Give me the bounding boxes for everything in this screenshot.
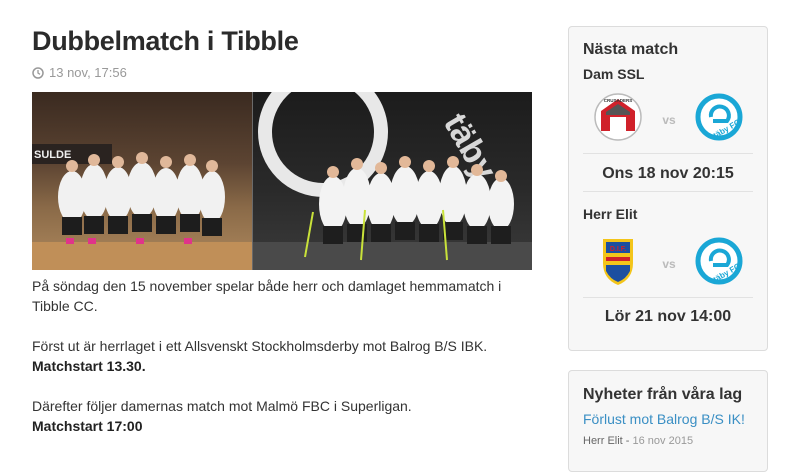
vs-label: vs — [662, 113, 676, 127]
news-item-category: Herr Elit — [583, 435, 623, 447]
article-body: På söndag den 15 november spelar både he… — [32, 276, 532, 456]
league-label: Dam SSL — [583, 66, 645, 82]
next-match-widget: Nästa match Dam SSL CRUSADERS vs täby FC… — [568, 26, 768, 351]
news-item-meta: Herr Elit - 16 nov 2015 — [583, 435, 694, 447]
news-item-link[interactable]: Förlust mot Balrog B/S IK! — [583, 411, 745, 427]
match-datetime: Ons 18 nov 20:15 — [602, 165, 734, 182]
djurgarden-logo-icon[interactable]: D.I.F. — [593, 235, 643, 287]
news-item-date: 16 nov 2015 — [632, 435, 694, 447]
article-photo: SULDE täby — [32, 92, 532, 270]
match-start-men: Matchstart 13.30. — [32, 358, 146, 374]
match-datetime: Lör 21 nov 14:00 — [604, 308, 732, 325]
article-paragraph: Först ut är herrlaget i ett Allsvenskt S… — [32, 338, 488, 374]
match-start-women: Matchstart 17:00 — [32, 418, 143, 434]
next-match-heading: Nästa match — [583, 41, 679, 58]
women-team-photo: SULDE — [32, 92, 252, 270]
article-paragraph: På söndag den 15 november spelar både he… — [32, 278, 502, 314]
article-date: 13 nov, 17:56 — [49, 65, 127, 80]
men-team-photo: täby — [252, 92, 532, 270]
taby-fc-logo-icon[interactable]: täby FC — [694, 235, 744, 287]
svg-text:D.I.F.: D.I.F. — [610, 246, 626, 253]
league-label: Herr Elit — [583, 206, 638, 222]
news-heading: Nyheter från våra lag — [583, 386, 743, 403]
svg-text:CRUSADERS: CRUSADERS — [604, 98, 633, 103]
clock-icon — [32, 66, 44, 79]
article-meta: 13 nov, 17:56 — [32, 65, 127, 80]
article-paragraph: Därefter följer damernas match mot Malmö… — [32, 398, 412, 434]
article-title: Dubbelmatch i Tibble — [32, 26, 299, 56]
news-widget: Nyheter från våra lag Förlust mot Balrog… — [568, 370, 768, 472]
svg-text:SULDE: SULDE — [34, 149, 71, 161]
taby-fc-logo-icon[interactable]: täby FC — [694, 91, 744, 143]
vs-label: vs — [662, 257, 676, 271]
crusaders-logo-icon[interactable]: CRUSADERS — [593, 91, 643, 143]
